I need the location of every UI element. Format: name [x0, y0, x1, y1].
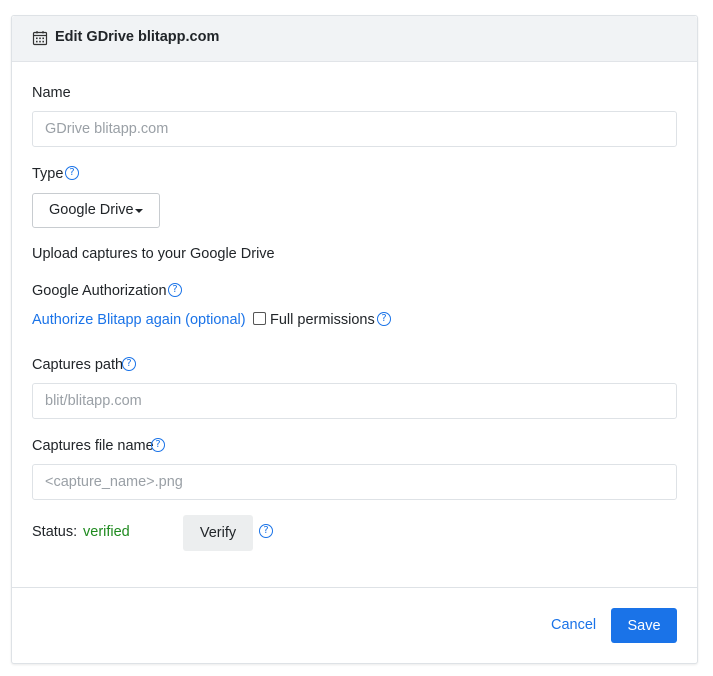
- type-dropdown[interactable]: Google Drive: [32, 193, 160, 228]
- captures-file-name-help-icon[interactable]: ?: [151, 438, 165, 452]
- google-auth-label: Google Authorization: [32, 283, 167, 299]
- calendar-icon: [32, 31, 48, 46]
- type-dropdown-label: Google Drive: [49, 202, 134, 218]
- type-help-icon[interactable]: ?: [65, 166, 79, 180]
- status-help-icon[interactable]: ?: [259, 524, 273, 538]
- caret-down-icon: [135, 209, 143, 213]
- card-header: Edit GDrive blitapp.com: [12, 16, 697, 62]
- cancel-button[interactable]: Cancel: [551, 617, 596, 633]
- captures-path-label: Captures path: [32, 357, 124, 373]
- verify-button[interactable]: Verify: [183, 515, 253, 551]
- full-permissions-checkbox[interactable]: [253, 312, 266, 325]
- full-permissions-help-icon[interactable]: ?: [377, 312, 391, 326]
- footer-divider: [12, 587, 697, 588]
- status-label: Status:: [32, 524, 78, 540]
- captures-file-name-label: Captures file name: [32, 438, 154, 454]
- google-auth-help-icon[interactable]: ?: [168, 283, 182, 297]
- card-title: Edit GDrive blitapp.com: [55, 29, 220, 45]
- type-description: Upload captures to your Google Drive: [32, 246, 275, 262]
- status-value: verified: [83, 524, 130, 540]
- full-permissions-label: Full permissions: [270, 312, 375, 328]
- captures-path-input[interactable]: [32, 383, 677, 419]
- captures-file-name-input[interactable]: [32, 464, 677, 500]
- captures-path-help-icon[interactable]: ?: [122, 357, 136, 371]
- edit-integration-card: Edit GDrive blitapp.com Name Type ? Goog…: [11, 15, 698, 664]
- type-label: Type: [32, 166, 64, 182]
- name-label: Name: [32, 85, 71, 101]
- authorize-link[interactable]: Authorize Blitapp again (optional): [32, 312, 246, 328]
- save-button[interactable]: Save: [611, 608, 677, 643]
- name-input[interactable]: [32, 111, 677, 147]
